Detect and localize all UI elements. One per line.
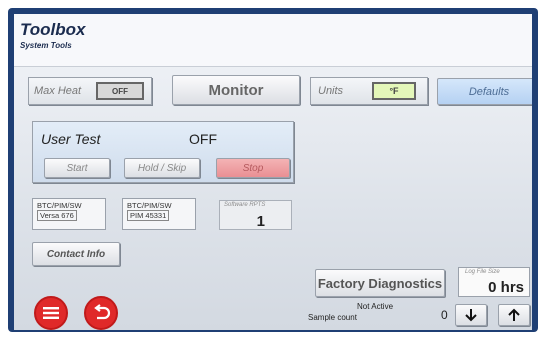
scroll-down-button[interactable]: [455, 304, 487, 326]
user-test-panel: User Test OFF Start Hold / Skip Stop: [32, 121, 294, 183]
menu-icon: [43, 307, 59, 319]
back-icon: [94, 304, 111, 320]
menu-button[interactable]: [34, 296, 68, 330]
log-file-size-box: Log File Size 0 hrs: [458, 267, 530, 297]
diagnostics-status: Not Active: [357, 302, 394, 311]
arrow-up-icon: [508, 308, 520, 321]
arrow-down-icon: [465, 309, 477, 322]
sample-count-value: 0: [441, 308, 448, 322]
max-heat-control: Max Heat OFF: [28, 77, 152, 105]
max-heat-toggle[interactable]: OFF: [96, 82, 144, 100]
header-bar: Toolbox System Tools: [14, 14, 532, 67]
units-toggle[interactable]: °F: [372, 82, 416, 100]
versa-info-caption: BTC/PIM/SW: [37, 201, 82, 210]
max-heat-label: Max Heat: [34, 85, 82, 97]
log-file-value: 0 hrs: [488, 279, 524, 296]
pim-info-value: PIM 45331: [127, 210, 170, 221]
start-button[interactable]: Start: [44, 158, 110, 178]
pim-info-caption: BTC/PIM/SW: [127, 201, 172, 210]
software-rpts-value: 1: [256, 213, 265, 230]
defaults-button[interactable]: Defaults: [437, 78, 532, 105]
contact-info-button[interactable]: Contact Info: [32, 242, 120, 266]
units-label: Units: [318, 85, 344, 97]
factory-diagnostics-button[interactable]: Factory Diagnostics: [315, 269, 445, 297]
sample-count-label: Sample count: [308, 313, 357, 322]
user-test-label: User Test: [41, 131, 101, 147]
page-title: Toolbox: [20, 20, 86, 39]
monitor-button[interactable]: Monitor: [172, 75, 300, 105]
user-test-status: OFF: [189, 131, 217, 147]
software-rpts-caption: Software RPTS: [224, 202, 266, 208]
stop-button[interactable]: Stop: [216, 158, 290, 178]
pim-info-box: BTC/PIM/SW PIM 45331: [122, 198, 196, 230]
page-subtitle: System Tools: [20, 41, 72, 50]
versa-info-value: Versa 676: [37, 210, 77, 221]
versa-info-box: BTC/PIM/SW Versa 676: [32, 198, 106, 230]
software-rpts-box: Software RPTS 1: [219, 200, 292, 230]
log-file-caption: Log File Size: [465, 269, 500, 275]
units-control: Units °F: [310, 77, 428, 105]
toolbox-screen: Toolbox System Tools Max Heat OFF Monito…: [14, 14, 532, 330]
back-button[interactable]: [84, 296, 118, 330]
scroll-up-button[interactable]: [498, 304, 530, 326]
hold-skip-button[interactable]: Hold / Skip: [124, 158, 200, 178]
